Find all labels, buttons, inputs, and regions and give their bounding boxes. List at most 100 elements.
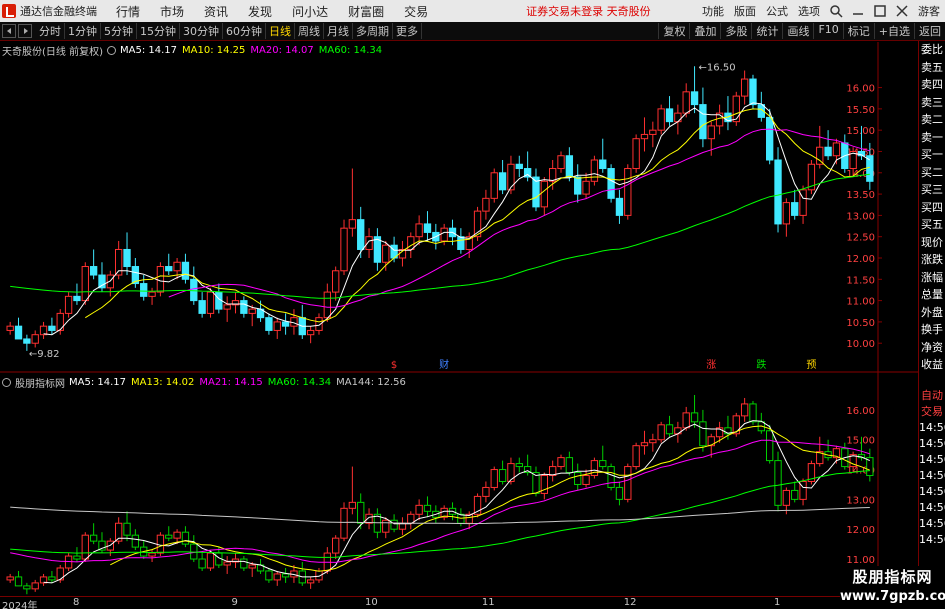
sub-candle [14, 576, 23, 587]
quote-field-8: 买三 [919, 181, 945, 199]
sub-candle [131, 534, 140, 548]
kline-chart[interactable]: 16.0015.5015.0014.5014.0013.5013.0012.50… [0, 42, 945, 609]
menu-item-1[interactable]: 市场 [150, 3, 194, 20]
period-tab-7[interactable]: 周线 [295, 23, 324, 39]
period-tab-9[interactable]: 多周期 [353, 23, 393, 39]
time-label-6: 1 [774, 597, 781, 608]
tool-button-2[interactable]: 多股 [720, 23, 751, 39]
sub-candle [674, 427, 682, 435]
menu-item-0[interactable]: 行情 [106, 3, 150, 20]
trade-login-alert[interactable]: 证券交易未登录 天奇股份 [526, 3, 651, 19]
sub-candle [657, 424, 665, 441]
sub-candle [348, 501, 357, 509]
high-price-label: ←16.50 [699, 62, 736, 73]
sub-candle [490, 469, 498, 488]
tick-row-5: 14:56 [919, 467, 945, 484]
panel-gap [919, 374, 945, 388]
tool-button-5[interactable]: F10 [813, 23, 842, 39]
indicator-circle-icon[interactable] [2, 378, 11, 387]
main-candle [123, 248, 131, 268]
minimize-icon[interactable] [851, 4, 865, 18]
tool-button-3[interactable]: 统计 [751, 23, 782, 39]
menu-item-3[interactable]: 发现 [238, 3, 282, 20]
next-arrow-icon[interactable] [18, 24, 32, 38]
tool-button-4[interactable]: 画线 [782, 23, 813, 39]
event-marker[interactable]: 预 [806, 359, 816, 371]
close-icon[interactable] [895, 4, 909, 18]
main-candle [181, 261, 190, 280]
sub-candle [73, 555, 81, 560]
event-marker[interactable]: 财 [439, 358, 449, 371]
sub-candle [273, 573, 281, 581]
period-tab-5[interactable]: 60分钟 [223, 23, 266, 39]
main-candle [766, 116, 774, 161]
sub-candle [23, 585, 31, 590]
sub-candle [482, 486, 490, 497]
event-marker[interactable]: $ [391, 360, 397, 371]
stock-title[interactable]: 天奇股份(日线 前复权) [2, 43, 103, 58]
prev-arrow-icon[interactable] [2, 24, 16, 38]
watermark-url: www.7gpzb.com [840, 589, 945, 604]
event-marker[interactable]: 跌 [756, 358, 766, 371]
search-icon[interactable] [829, 4, 843, 18]
menu-options[interactable]: 选项 [793, 3, 825, 19]
main-candle [365, 236, 373, 250]
tick-row-4: 14:56 [919, 451, 945, 468]
sub-candle [340, 507, 348, 539]
main-candle [640, 133, 649, 140]
main-candle [248, 308, 256, 314]
period-tab-1[interactable]: 1分钟 [65, 23, 101, 39]
logo-icon [2, 4, 16, 18]
period-tab-6[interactable]: 日线 [266, 23, 295, 39]
period-tab-2[interactable]: 5分钟 [101, 23, 137, 39]
period-tab-8[interactable]: 月线 [324, 23, 353, 39]
guest-label[interactable]: 游客 [913, 3, 945, 19]
sub-ma-4: MA144: 12.56 [336, 377, 406, 388]
main-candle [415, 223, 423, 238]
sub-ma21-line [10, 439, 870, 563]
main-candle [206, 291, 215, 314]
main-candle [23, 338, 31, 344]
menu-item-2[interactable]: 资讯 [194, 3, 238, 20]
period-tab-4[interactable]: 30分钟 [180, 23, 223, 39]
menu-item-5[interactable]: 财富圈 [338, 3, 394, 20]
menu-layout[interactable]: 版面 [729, 3, 761, 19]
main-candle [740, 78, 749, 97]
menu-formula[interactable]: 公式 [761, 3, 793, 19]
main-candle [223, 304, 231, 310]
main-candle [348, 219, 357, 229]
chart-tools: 复权 叠加 多股 统计 画线 F10 标记 +自选 返回 [658, 23, 945, 39]
event-marker[interactable]: 涨 [706, 359, 716, 371]
main-ma-1: MA10: 14.25 [182, 45, 246, 56]
period-tab-3[interactable]: 15分钟 [137, 23, 180, 39]
tool-button-1[interactable]: 叠加 [689, 23, 720, 39]
time-label-0: 2024年 [2, 601, 38, 609]
period-tab-0[interactable]: 分时 [36, 23, 65, 39]
tool-button-0[interactable]: 复权 [658, 23, 689, 39]
sub-candle [782, 489, 791, 506]
sub-candle [565, 457, 574, 474]
main-axis-label: 13.50 [846, 190, 875, 201]
maximize-icon[interactable] [873, 4, 887, 18]
main-candle [682, 91, 690, 114]
sub-ma60-line [10, 470, 870, 558]
tool-button-7[interactable]: +自选 [873, 23, 914, 39]
low-price-label: ←9.82 [29, 349, 60, 360]
menu-function[interactable]: 功能 [697, 3, 729, 19]
time-axis: 2024年 8 9 10 11 12 1 [0, 596, 918, 609]
main-candle [98, 274, 106, 289]
sub-candle [206, 552, 215, 569]
sub-axis-label: 12.00 [846, 525, 875, 536]
main-axis-label: 12.00 [846, 254, 875, 265]
settings-circle-icon[interactable] [106, 46, 116, 55]
main-candle [749, 78, 757, 106]
tool-button-6[interactable]: 标记 [842, 23, 874, 39]
period-tab-10[interactable]: 更多 [393, 23, 422, 39]
main-ma60-line [10, 173, 870, 299]
main-candle [599, 159, 607, 170]
menu-item-6[interactable]: 交易 [394, 3, 438, 20]
indicator-title[interactable]: 股朋指标网 [15, 375, 65, 390]
menu-item-4[interactable]: 问小达 [282, 3, 338, 20]
tool-button-8[interactable]: 返回 [914, 23, 945, 39]
sub-chart-info: 股朋指标网 MA5: 14.17 MA13: 14.02 MA21: 14.15 MA… [2, 375, 411, 390]
